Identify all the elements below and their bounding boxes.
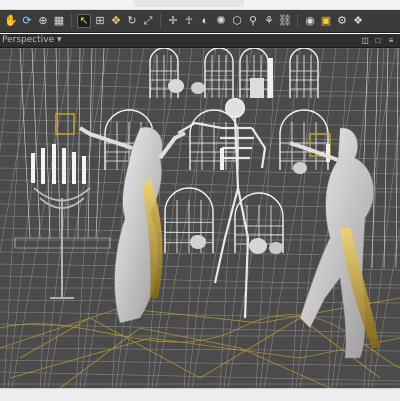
viewport-header: Perspective ▾ ◫ □ ≡: [0, 34, 400, 48]
scale-icon[interactable]: ⤢: [141, 14, 155, 28]
toolbar-separator: [71, 14, 72, 28]
camera-icon[interactable]: ◉: [303, 14, 317, 28]
surface-icon[interactable]: ◐: [198, 14, 212, 28]
status-bar: [0, 388, 400, 401]
scene-wireframe-render[interactable]: [0, 48, 400, 388]
menu-icon[interactable]: ≡: [386, 35, 396, 45]
pose-icon[interactable]: ☥: [182, 14, 196, 28]
morph-icon[interactable]: ⚘: [262, 14, 276, 28]
translate-icon[interactable]: ✥: [109, 14, 123, 28]
render-settings-icon[interactable]: ⚙: [335, 14, 349, 28]
grid-snap-icon[interactable]: ▦: [52, 14, 66, 28]
zoom-icon[interactable]: ⊕: [36, 14, 50, 28]
rotate-icon[interactable]: ↻: [125, 14, 139, 28]
joint-icon[interactable]: ⚲: [246, 14, 260, 28]
iray-icon[interactable]: ❖: [351, 14, 365, 28]
render-icon[interactable]: ▣: [319, 14, 333, 28]
node-select-icon[interactable]: ⊞: [93, 14, 107, 28]
select-arrow-icon[interactable]: ↖: [77, 14, 91, 28]
link-icon[interactable]: ⛓: [278, 14, 292, 28]
3d-viewport[interactable]: [0, 48, 400, 388]
viewport-camera-selector[interactable]: Perspective ▾: [2, 35, 62, 45]
main-toolbar: ✋ ⟳ ⊕ ▦ ↖ ⊞ ✥ ↻ ⤢ ✛ ☥ ◐ ✺ ⬡ ⚲ ⚘ ⛓ ◉ ▣ ⚙ ❖: [0, 10, 400, 33]
toolbar-separator: [297, 14, 298, 28]
viewport-controls: ◫ □ ≡: [360, 35, 396, 45]
maximize-icon[interactable]: □: [373, 35, 383, 45]
geometry-icon[interactable]: ⬡: [230, 14, 244, 28]
hand-icon[interactable]: ✋: [4, 14, 18, 28]
toolbar-separator: [160, 14, 161, 28]
window-top-strip: [0, 0, 400, 10]
top-strip-tab: [134, 0, 244, 7]
light-icon[interactable]: ✺: [214, 14, 228, 28]
rotate-view-icon[interactable]: ⟳: [20, 14, 34, 28]
camera-view-icon[interactable]: ◫: [360, 35, 370, 45]
universal-icon[interactable]: ✛: [166, 14, 180, 28]
